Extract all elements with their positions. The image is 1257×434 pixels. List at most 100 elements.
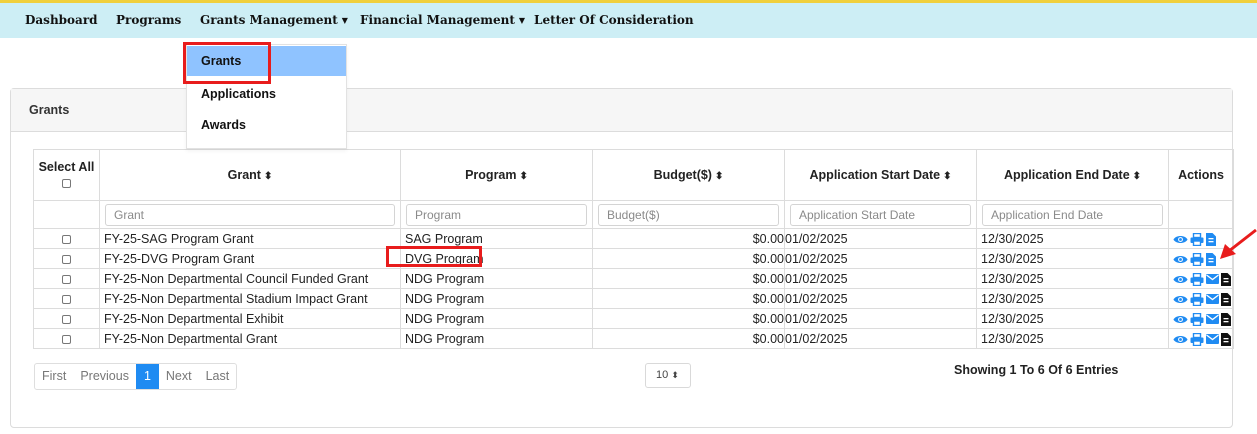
row-checkbox[interactable]: [62, 334, 71, 344]
filter-cell-program: [400, 200, 593, 229]
pagination-page-1[interactable]: 1: [135, 364, 159, 389]
row-checkbox[interactable]: [62, 254, 71, 264]
print-icon[interactable]: [1190, 232, 1204, 246]
print-icon[interactable]: [1190, 292, 1204, 306]
pagination-last[interactable]: Last: [199, 364, 237, 389]
budget-header-label: Budget($): [653, 168, 712, 182]
budget-cell: $0.0001/02/2025: [592, 328, 785, 349]
budget-value: $0.00: [752, 251, 784, 266]
budget-value: $0.00: [752, 291, 784, 306]
column-header-actions: Actions: [1168, 149, 1234, 201]
select-all-checkbox[interactable]: [62, 179, 71, 189]
nav-financial-management[interactable]: Financial Management ▼: [360, 3, 525, 38]
print-icon[interactable]: [1190, 312, 1204, 326]
start-date-filter-input[interactable]: [790, 203, 971, 226]
pagination-next[interactable]: Next: [159, 364, 199, 389]
column-header-start-date[interactable]: Application Start Date ⬍: [784, 149, 977, 201]
actions-cell: [1168, 288, 1234, 309]
select-all-label: Select All: [38, 160, 95, 174]
filter-cell-end-date: [976, 200, 1169, 229]
column-header-program[interactable]: Program ⬍: [400, 149, 593, 201]
print-icon[interactable]: [1190, 272, 1204, 286]
select-arrows-icon: ⬍: [671, 370, 679, 380]
grant-name-cell: FY-25-Non Departmental Council Funded Gr…: [99, 268, 401, 289]
table-row: FY-25-Non Departmental Grant NDG Program $…: [33, 328, 1234, 349]
program-cell: SAG Program: [400, 228, 593, 249]
filter-cell-start-date: [784, 200, 977, 229]
end-date-filter-input[interactable]: [982, 203, 1163, 226]
document-icon[interactable]: [1221, 292, 1231, 306]
row-select-cell: [33, 288, 100, 309]
document-icon[interactable]: [1221, 332, 1231, 346]
print-icon[interactable]: [1190, 252, 1204, 266]
pagination: First Previous 1 Next Last: [34, 363, 238, 390]
document-icon[interactable]: [1221, 272, 1231, 286]
filter-cell-budget: [592, 200, 785, 229]
dropdown-item-applications[interactable]: Applications: [187, 79, 346, 109]
nav-dashboard[interactable]: Dashboard: [25, 3, 98, 38]
pagination-first[interactable]: First: [35, 364, 73, 389]
grants-table: Select All Grant ⬍ Program ⬍ Budget($) ⬍ Ap…: [33, 149, 1234, 349]
start-date-cell: 01/02/2025: [784, 228, 977, 249]
actions-cell: [1168, 328, 1234, 349]
envelope-icon[interactable]: [1206, 314, 1219, 325]
eye-icon[interactable]: [1173, 274, 1188, 285]
end-date-header-label: Application End Date: [1003, 168, 1130, 182]
dropdown-item-grants[interactable]: Grants: [187, 46, 346, 76]
nav-grants-management[interactable]: Grants Management ▼: [200, 3, 348, 38]
eye-icon[interactable]: [1173, 254, 1188, 265]
actions-cell: [1168, 308, 1234, 329]
program-cell: NDG Program: [400, 328, 593, 349]
dropdown-item-awards[interactable]: Awards: [187, 110, 346, 140]
eye-icon[interactable]: [1173, 314, 1188, 325]
program-filter-input[interactable]: [406, 203, 587, 226]
eye-icon[interactable]: [1173, 334, 1188, 345]
envelope-icon[interactable]: [1206, 274, 1219, 285]
start-date-cell: 01/02/2025: [784, 308, 977, 329]
column-header-grant[interactable]: Grant ⬍: [99, 149, 401, 201]
start-date-cell: 01/02/2025: [784, 288, 977, 309]
column-header-end-date[interactable]: Application End Date ⬍: [976, 149, 1169, 201]
document-icon[interactable]: [1206, 252, 1216, 266]
eye-icon[interactable]: [1173, 234, 1188, 245]
program-header-label: Program: [465, 168, 517, 182]
start-date-cell: 01/02/2025: [784, 268, 977, 289]
row-checkbox[interactable]: [62, 234, 71, 244]
program-cell: NDG Program: [400, 268, 593, 289]
nav-grants-management-label: Grants Management: [200, 13, 338, 27]
table-row: FY-25-Non Departmental Council Funded Gr…: [33, 268, 1234, 289]
grant-filter-input[interactable]: [105, 203, 395, 226]
sort-icon: ⬍: [943, 171, 952, 182]
nav-letter-of-consideration[interactable]: Letter Of Consideration: [534, 3, 694, 38]
row-checkbox[interactable]: [62, 274, 71, 284]
document-icon[interactable]: [1206, 232, 1216, 246]
pagination-previous[interactable]: Previous: [73, 364, 136, 389]
budget-value: $0.00: [752, 231, 784, 246]
column-header-budget[interactable]: Budget($) ⬍: [592, 149, 785, 201]
filter-cell-empty: [33, 200, 100, 229]
eye-icon[interactable]: [1173, 294, 1188, 305]
nav-programs[interactable]: Programs: [116, 3, 181, 38]
document-icon[interactable]: [1221, 312, 1231, 326]
budget-filter-input[interactable]: [598, 203, 779, 226]
row-checkbox[interactable]: [62, 294, 71, 304]
select-all-header: Select All: [33, 149, 100, 201]
table-row: FY-25-Non Departmental Exhibit NDG Progra…: [33, 308, 1234, 329]
actions-cell: [1168, 268, 1234, 289]
budget-cell: $0.0001/02/2025: [592, 288, 785, 309]
start-date-cell: 01/02/2025: [784, 248, 977, 269]
top-navbar: Dashboard Programs Grants Management ▼ Fi…: [0, 0, 1257, 38]
page-size-select[interactable]: 10 ⬍: [645, 363, 691, 388]
entries-info: Showing 1 To 6 Of 6 Entries: [954, 363, 1119, 377]
envelope-icon[interactable]: [1206, 294, 1219, 305]
row-checkbox[interactable]: [62, 314, 71, 324]
grants-management-dropdown: Grants Applications Awards: [186, 44, 347, 149]
grant-name-cell: FY-25-SAG Program Grant: [99, 228, 401, 249]
end-date-cell: 12/30/2025: [976, 248, 1169, 269]
nav-financial-management-label: Financial Management: [360, 13, 515, 27]
print-icon[interactable]: [1190, 332, 1204, 346]
red-arrow-icon: [1220, 228, 1257, 259]
budget-cell: $0.0001/02/2025: [592, 248, 785, 269]
row-select-cell: [33, 328, 100, 349]
envelope-icon[interactable]: [1206, 334, 1219, 345]
